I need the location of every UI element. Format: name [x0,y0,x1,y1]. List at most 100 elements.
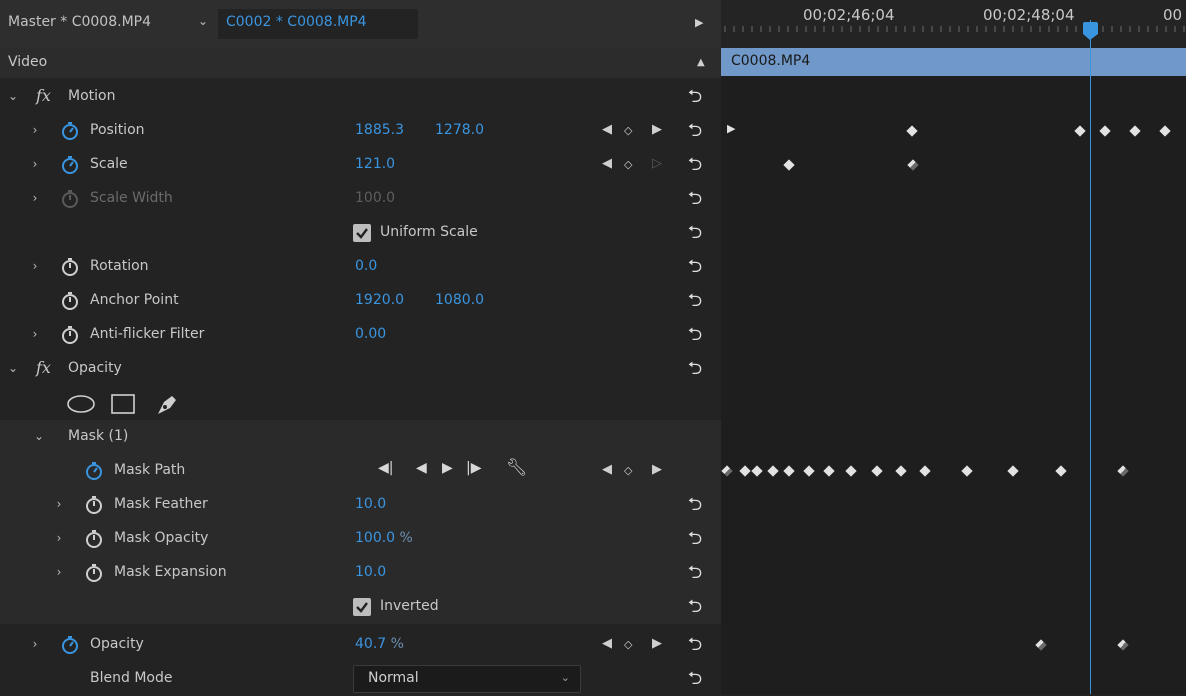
collapse-up-icon[interactable]: ▲ [697,57,705,68]
reset-icon[interactable]: ⮌ [684,220,706,246]
fx-icon[interactable]: fx [36,86,51,105]
clip-bar[interactable]: C0008.MP4 [721,48,1186,76]
keyframe[interactable] [751,465,763,477]
playhead-line[interactable] [1090,20,1091,694]
keyframe[interactable] [919,465,931,477]
add-keyframe-icon[interactable]: ◇ [624,158,632,171]
reset-icon[interactable]: ⮌ [684,526,706,552]
wrench-icon[interactable]: 🔧︎ [506,458,528,478]
mask-label[interactable]: Mask (1) [68,428,128,444]
anchor-x-value[interactable]: 1920.0 [355,292,404,308]
prev-keyframe-icon[interactable]: ◀ [602,156,612,171]
chevron-down-icon[interactable]: ⌄ [6,361,20,375]
chevron-right-icon[interactable]: › [28,327,42,341]
keyframe[interactable] [783,465,795,477]
reset-icon[interactable]: ⮌ [684,492,706,518]
prev-keyframe-icon[interactable]: ◀ [602,122,612,137]
keyframe[interactable] [1035,639,1047,651]
ellipse-mask-icon[interactable] [66,394,96,414]
fx-icon[interactable]: fx [36,358,51,377]
track-forward-icon[interactable]: ▶ [442,460,453,476]
chevron-right-icon[interactable]: › [28,157,42,171]
rectangle-mask-icon[interactable] [110,393,136,415]
chevron-right-icon[interactable]: › [52,497,66,511]
prev-keyframe-icon[interactable]: ◀ [602,462,612,477]
stopwatch-icon[interactable] [84,461,104,481]
anchor-y-value[interactable]: 1080.0 [435,292,484,308]
keyframe[interactable] [803,465,815,477]
keyframe[interactable] [1129,125,1141,137]
mask-expansion-value[interactable]: 10.0 [355,564,386,580]
keyframe[interactable] [906,125,918,137]
keyframe[interactable] [895,465,907,477]
stopwatch-icon[interactable] [60,257,80,277]
keyframe[interactable] [845,465,857,477]
stopwatch-icon[interactable] [60,635,80,655]
chevron-right-icon[interactable]: › [28,637,42,651]
time-ruler[interactable]: 00;02;46;04 00;02;48;04 00 [721,0,1186,48]
sequence-clip-tab[interactable]: C0002 * C0008.MP4 [226,14,367,30]
mask-feather-value[interactable]: 10.0 [355,496,386,512]
chevron-right-icon[interactable]: › [52,565,66,579]
reset-icon[interactable]: ⮌ [684,322,706,348]
stopwatch-icon[interactable] [84,529,104,549]
keyframe[interactable] [1099,125,1111,137]
reset-icon[interactable]: ⮌ [684,186,706,212]
track-backward-icon[interactable]: ◀ [416,460,427,476]
mask-opacity-value[interactable]: 100.0 % [355,530,413,546]
next-keyframe-icon[interactable]: ▷ [652,156,662,171]
chevron-right-icon[interactable]: › [28,123,42,137]
playhead-handle[interactable] [1083,22,1098,34]
reset-icon[interactable]: ⮌ [684,356,706,382]
reset-icon[interactable]: ⮌ [684,118,706,144]
master-clip-tab[interactable]: Master * C0008.MP4 [8,14,151,30]
blend-mode-dropdown[interactable]: Normal ⌄ [353,665,581,693]
chevron-down-icon[interactable]: ⌄ [32,429,46,443]
keyframe[interactable] [871,465,883,477]
play-triangle-icon[interactable]: ▶ [695,16,703,29]
keyframe[interactable] [767,465,779,477]
keyframe-timeline[interactable]: 00;02;46;04 00;02;48;04 00 C0008.MP4 ▶ [721,0,1186,694]
reset-icon[interactable]: ⮌ [684,254,706,280]
keyframe[interactable] [961,465,973,477]
keyframe[interactable] [1159,125,1171,137]
inverted-checkbox[interactable] [353,598,371,616]
keyframe[interactable] [823,465,835,477]
keyframe[interactable] [907,159,919,171]
reset-icon[interactable]: ⮌ [684,288,706,314]
chevron-right-icon[interactable]: › [28,191,42,205]
keyframe[interactable] [783,159,795,171]
scale-value[interactable]: 121.0 [355,156,395,172]
stopwatch-icon[interactable] [60,155,80,175]
keyframe[interactable] [1117,639,1129,651]
keyframe[interactable] [1074,125,1086,137]
keyframe[interactable] [1055,465,1067,477]
keyframe[interactable] [1007,465,1019,477]
next-keyframe-icon[interactable]: ▶ [652,122,662,137]
position-y-value[interactable]: 1278.0 [435,122,484,138]
chevron-right-icon[interactable]: › [52,531,66,545]
stopwatch-icon[interactable] [60,121,80,141]
add-keyframe-icon[interactable]: ◇ [624,464,632,477]
rotation-value[interactable]: 0.0 [355,258,377,274]
stopwatch-icon[interactable] [84,563,104,583]
opacity-value[interactable]: 40.7 % [355,636,404,652]
anti-flicker-value[interactable]: 0.00 [355,326,386,342]
prev-keyframe-icon[interactable]: ◀ [602,636,612,651]
add-keyframe-icon[interactable]: ◇ [624,638,632,651]
stopwatch-icon[interactable] [60,291,80,311]
chevron-down-icon[interactable]: ⌄ [6,89,20,103]
reset-icon[interactable]: ⮌ [684,632,706,658]
next-keyframe-icon[interactable]: ▶ [652,462,662,477]
stopwatch-icon[interactable] [84,495,104,515]
track-backward-one-icon[interactable]: ◀| [378,460,393,476]
reset-icon[interactable]: ⮌ [684,84,706,110]
uniform-scale-checkbox[interactable] [353,224,371,242]
keyframe[interactable] [721,465,733,477]
keyframe[interactable] [739,465,751,477]
add-keyframe-icon[interactable]: ◇ [624,124,632,137]
reset-icon[interactable]: ⮌ [684,594,706,620]
pen-mask-icon[interactable] [154,390,182,418]
keyframe[interactable] [1117,465,1129,477]
reset-icon[interactable]: ⮌ [684,152,706,178]
